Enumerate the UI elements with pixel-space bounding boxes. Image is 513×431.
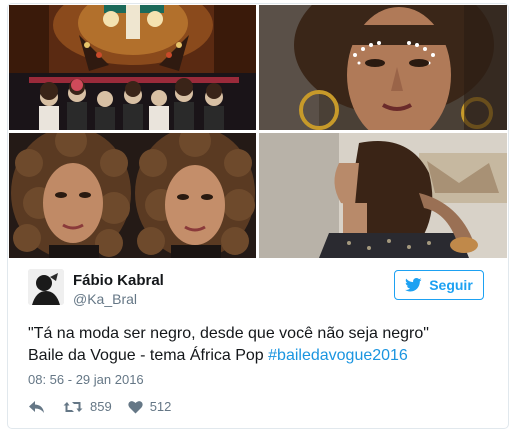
tweet-text-line-2: Baile da Vogue - tema África Pop #bailed… xyxy=(28,345,498,367)
tweet-photo-2[interactable] xyxy=(259,5,507,130)
retweet-count: 859 xyxy=(90,399,112,414)
twitter-bird-icon xyxy=(405,278,422,292)
reply-arrow-icon xyxy=(29,400,44,413)
author-handle[interactable]: @Ka_Bral xyxy=(73,291,137,307)
follow-label: Seguir xyxy=(429,277,473,293)
tweet-actions: 859 512 xyxy=(28,399,171,414)
like-button[interactable]: 512 xyxy=(128,399,172,414)
author-name[interactable]: Fábio Kabral xyxy=(73,272,164,289)
reply-button[interactable] xyxy=(28,400,45,414)
avatar-image xyxy=(28,269,64,305)
photo-curly-hair xyxy=(9,133,256,258)
tweet-card: Fábio Kabral @Ka_Bral Seguir "Tá na moda… xyxy=(7,3,509,429)
photo-hair-styling xyxy=(259,133,507,258)
tweet-photo-1[interactable] xyxy=(9,5,256,130)
photo-dot-face-paint xyxy=(259,5,507,130)
tweet-photo-4[interactable] xyxy=(259,133,507,258)
tweet-timestamp[interactable]: 08: 56 - 29 jan 2016 xyxy=(28,372,144,387)
photo-face-paint-group xyxy=(9,5,256,130)
tweet-text: "Tá na moda ser negro, desde que você nã… xyxy=(28,323,498,367)
retweet-icon xyxy=(63,401,83,412)
tweet-text-line-1: "Tá na moda ser negro, desde que você nã… xyxy=(28,325,429,342)
like-count: 512 xyxy=(149,399,172,414)
tweet-text-line-2-prefix: Baile da Vogue - tema África Pop xyxy=(28,347,269,364)
follow-button[interactable]: Seguir xyxy=(394,270,484,300)
tweet-photo-3[interactable] xyxy=(9,133,256,258)
hashtag-link[interactable]: #bailedavogue2016 xyxy=(268,347,408,364)
heart-icon xyxy=(128,400,143,413)
retweet-button[interactable]: 859 xyxy=(63,399,112,414)
avatar[interactable] xyxy=(28,269,64,305)
